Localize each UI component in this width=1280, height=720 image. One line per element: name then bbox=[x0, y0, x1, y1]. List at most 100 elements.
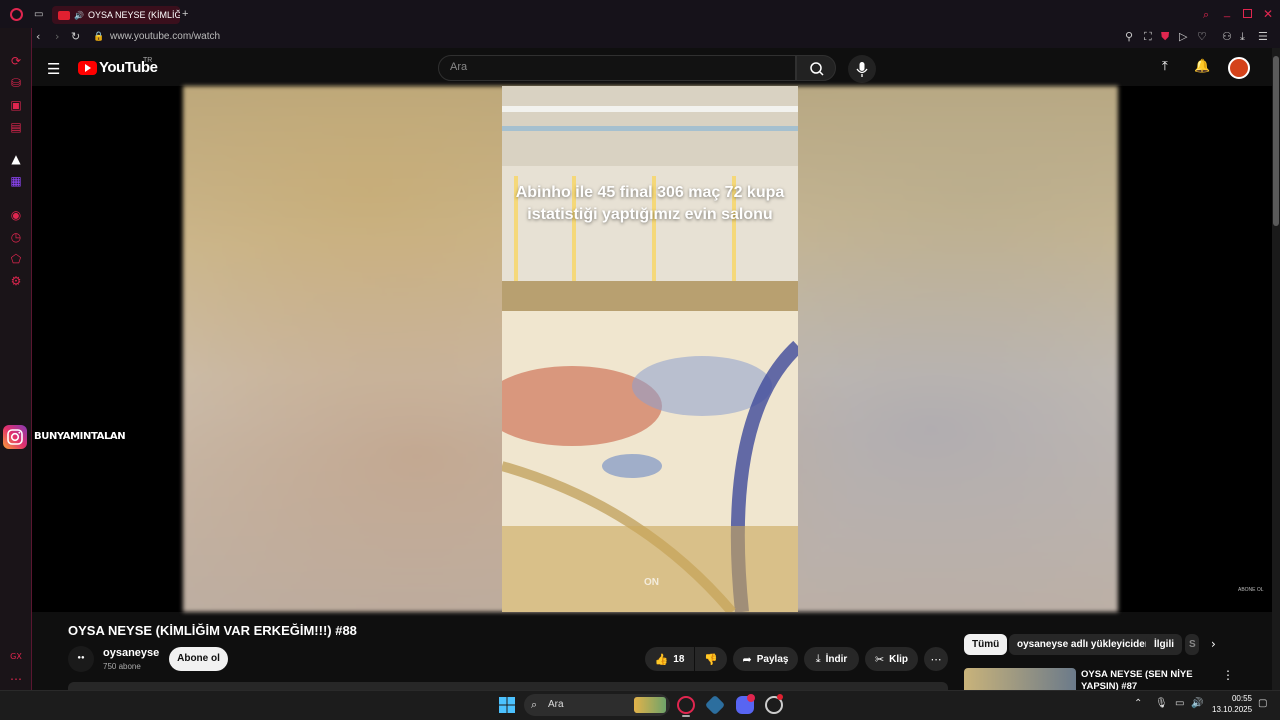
video-scene bbox=[502, 86, 798, 612]
browser-title-bar bbox=[0, 0, 1280, 28]
chip-partial[interactable]: S bbox=[1185, 634, 1199, 655]
more-actions-button[interactable]: ⋯ bbox=[924, 647, 948, 671]
chevron-right-icon[interactable]: › bbox=[1211, 637, 1216, 651]
network-icon[interactable]: ▭ bbox=[1175, 698, 1184, 709]
app-icon[interactable]: ▲ bbox=[9, 152, 23, 166]
recommendation-title[interactable]: OYSA NEYSE (SEN NİYE YAPSIN) #87 bbox=[1081, 669, 1201, 690]
more-horizontal-icon: ⋯ bbox=[930, 652, 942, 666]
clock-date[interactable]: 13.10.2025 bbox=[1212, 705, 1252, 714]
crypto-wallet-icon[interactable]: ⛁ bbox=[9, 76, 23, 90]
new-tab-button[interactable]: + bbox=[182, 8, 188, 20]
recommendation-menu-icon[interactable]: ⋮ bbox=[1222, 668, 1234, 682]
chip-related[interactable]: İlgili bbox=[1146, 634, 1182, 655]
instagram-handle: BUNYAMINTALAN bbox=[34, 431, 126, 442]
extensions-icon[interactable]: ⬠ bbox=[9, 252, 23, 266]
vpn-icon[interactable]: ⛊ bbox=[1161, 30, 1169, 44]
lock-icon: 🔒 bbox=[93, 32, 105, 42]
recommendation-thumbnail[interactable] bbox=[964, 668, 1076, 690]
opera-active-indicator bbox=[682, 715, 690, 717]
voice-search-button[interactable] bbox=[848, 55, 876, 83]
forward-icon[interactable]: › bbox=[55, 30, 59, 43]
notifications-bell-icon[interactable]: 🔔 bbox=[1194, 59, 1210, 74]
video-watermark: ON bbox=[644, 577, 659, 588]
thumbs-down-icon: 👎 bbox=[704, 652, 718, 666]
download-button[interactable]: ⤓ İndir bbox=[804, 647, 859, 671]
profile-icon[interactable]: ⚇ bbox=[1222, 30, 1232, 43]
close-button[interactable]: ✕ bbox=[1263, 7, 1273, 21]
search-button[interactable] bbox=[796, 55, 836, 81]
youtube-logo-play-icon bbox=[85, 64, 91, 72]
region-label: TR bbox=[143, 57, 153, 64]
tab-title: OYSA NEYSE (KİMLİĞİ bbox=[87, 10, 180, 20]
pin-icon[interactable]: ⚲ bbox=[1125, 30, 1133, 43]
news-icon[interactable]: ▤ bbox=[9, 120, 23, 134]
taskbar-search-label: Ara bbox=[548, 699, 564, 710]
chip-from-uploader[interactable]: oysaneyse adlı yükleyiciden bbox=[1009, 634, 1159, 655]
opera-gx-taskbar-icon[interactable] bbox=[677, 696, 695, 714]
channel-name[interactable]: oysaneyse bbox=[103, 647, 159, 659]
notification-icon[interactable]: ▢ bbox=[1258, 698, 1267, 709]
menu-icon[interactable]: ☰ bbox=[47, 60, 60, 78]
microphone-icon bbox=[856, 62, 868, 77]
workspace-icon[interactable]: ▭ bbox=[34, 9, 43, 20]
restore-button[interactable] bbox=[1243, 9, 1252, 18]
account-avatar[interactable] bbox=[1228, 57, 1250, 79]
scrollbar-thumb[interactable] bbox=[1273, 56, 1279, 226]
search-input[interactable]: Ara bbox=[450, 61, 467, 73]
easy-setup-icon[interactable]: ☰ bbox=[1258, 30, 1268, 43]
snapshot-icon[interactable]: ⛶ bbox=[1144, 30, 1152, 44]
clip-button[interactable]: ✂ Klip bbox=[865, 647, 918, 671]
settings-icon[interactable]: ⚙ bbox=[9, 274, 23, 288]
tab-youtube[interactable]: 🔊 OYSA NEYSE (KİMLİĞİ bbox=[52, 6, 180, 24]
volume-icon[interactable]: 🔊 bbox=[1191, 698, 1203, 709]
download-label: İndir bbox=[825, 653, 848, 665]
reload-icon[interactable]: ↻ bbox=[71, 30, 80, 43]
chevron-up-icon[interactable]: ⌃ bbox=[1134, 698, 1142, 709]
video-frame[interactable] bbox=[502, 86, 798, 612]
corner-watermark: ABONE OL bbox=[1238, 587, 1264, 593]
clock-time[interactable]: 00:55 bbox=[1230, 694, 1252, 703]
dislike-button[interactable]: 👎 bbox=[695, 647, 727, 671]
like-button[interactable]: 👍 18 bbox=[645, 647, 694, 671]
microphone-tray-icon[interactable]: 🎙 bbox=[1155, 698, 1168, 709]
youtube-favicon-icon bbox=[58, 10, 70, 20]
speaker-icon: 🔊 bbox=[74, 10, 84, 20]
discord-badge bbox=[747, 694, 755, 702]
back-icon[interactable]: ‹ bbox=[36, 30, 40, 43]
messenger-icon[interactable]: ▣ bbox=[9, 98, 23, 112]
search-box[interactable] bbox=[438, 55, 796, 81]
thumbs-up-icon: 👍 bbox=[654, 652, 669, 666]
windows-start-icon[interactable] bbox=[499, 697, 515, 713]
subscribe-button[interactable]: Abone ol bbox=[169, 647, 228, 671]
instagram-icon bbox=[3, 425, 27, 449]
download-icon: ⤓ bbox=[815, 652, 821, 665]
tab-search-icon[interactable]: ⌕ bbox=[1203, 8, 1209, 22]
history-icon[interactable]: ◷ bbox=[9, 230, 23, 244]
heart-icon[interactable]: ♡ bbox=[1197, 30, 1207, 43]
chip-all[interactable]: Tümü bbox=[964, 634, 1008, 655]
share-button[interactable]: ➦ Paylaş bbox=[733, 647, 798, 671]
search-highlight-icon bbox=[634, 697, 666, 713]
player-sidebar-icon[interactable]: ◉ bbox=[9, 208, 23, 222]
taskbar-search-icon: ⌕ bbox=[531, 698, 538, 711]
like-count: 18 bbox=[673, 653, 685, 665]
opera-logo-icon[interactable] bbox=[10, 8, 23, 21]
channel-avatar[interactable]: ●● bbox=[68, 646, 94, 672]
search-icon bbox=[810, 62, 824, 76]
share-label: Paylaş bbox=[756, 653, 789, 665]
minimize-button[interactable]: _ bbox=[1224, 6, 1230, 18]
scissors-icon: ✂ bbox=[874, 652, 885, 666]
player-icon[interactable]: ▷ bbox=[1179, 30, 1187, 43]
upload-icon[interactable]: ⤒ bbox=[1162, 59, 1168, 74]
clip-label: Klip bbox=[889, 653, 909, 665]
gx-icon[interactable]: GX bbox=[9, 650, 23, 664]
share-icon: ➦ bbox=[742, 652, 752, 666]
more-icon[interactable]: ⋯ bbox=[9, 672, 23, 686]
twitch-icon[interactable]: ▦ bbox=[9, 174, 23, 188]
description-box[interactable] bbox=[68, 682, 948, 690]
video-title: OYSA NEYSE (KİMLİĞİM VAR ERKEĞİM!!!) #88 bbox=[68, 623, 357, 638]
address-bar[interactable]: www.youtube.com/watch bbox=[110, 31, 220, 42]
aria-icon[interactable]: ⟳ bbox=[9, 54, 23, 68]
video-caption-overlay: Abinho ile 45 final 306 maç 72 kupa ista… bbox=[515, 184, 785, 223]
downloads-icon[interactable]: ⤓ bbox=[1240, 30, 1245, 44]
